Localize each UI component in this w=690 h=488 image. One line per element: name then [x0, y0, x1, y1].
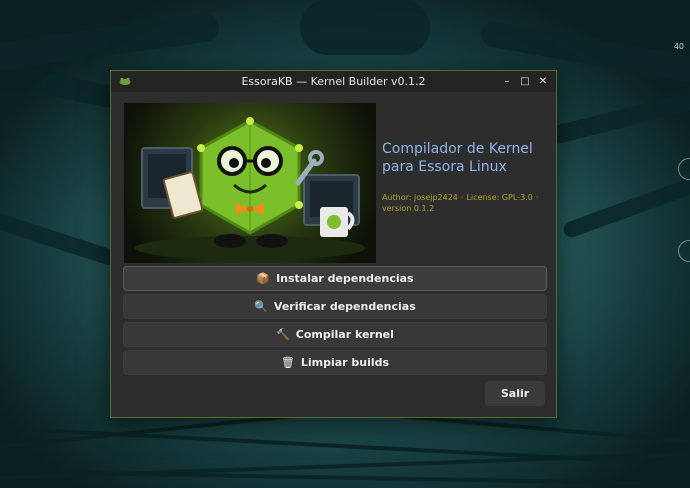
clean-builds-button[interactable]: 🗑 Limpiar builds — [123, 350, 547, 375]
maximize-icon: □ — [520, 75, 530, 87]
desktop-widget-ring — [678, 240, 690, 262]
titlebar[interactable]: EssoraKB — Kernel Builder v0.1.2 – □ ✕ — [111, 71, 556, 92]
close-button[interactable]: ✕ — [536, 74, 550, 88]
desktop-indicator: 40 — [673, 42, 684, 51]
mascot-illustration — [124, 103, 376, 263]
hammer-icon: 🔨 — [276, 328, 290, 341]
exit-button-label: Salir — [500, 387, 530, 400]
close-icon: ✕ — [538, 75, 548, 87]
license-text: License: GPL-3.0 — [466, 193, 533, 202]
install-dependencies-button[interactable]: 📦 Instalar dependencias — [123, 266, 547, 291]
compile-kernel-button[interactable]: 🔨 Compilar kernel — [123, 322, 547, 347]
desktop-widget-ring — [678, 158, 690, 180]
verify-dependencies-button[interactable]: 🔍 Verificar dependencias — [123, 294, 547, 319]
author-text: Author: josejp2424 — [382, 193, 458, 202]
window-title: EssoraKB — Kernel Builder v0.1.2 — [241, 75, 426, 88]
app-window: EssoraKB — Kernel Builder v0.1.2 – □ ✕ C… — [110, 70, 557, 418]
mascot-image — [135, 117, 365, 260]
version-text: version 0.1.2 — [382, 204, 435, 213]
app-meta: Author: josejp2424 · License: GPL-3.0 · ver… — [382, 192, 552, 214]
exit-button[interactable]: Salir — [485, 381, 545, 406]
app-heading: Compilador de Kernel para Essora Linux — [382, 141, 533, 175]
maximize-button[interactable]: □ — [518, 74, 532, 88]
action-list: 📦 Instalar dependencias 🔍 Verificar depe… — [123, 266, 547, 378]
app-logo-icon — [119, 77, 131, 85]
package-icon: 📦 — [256, 272, 271, 285]
button-label: Instalar dependencias — [276, 272, 414, 285]
magnifier-icon: 🔍 — [254, 300, 268, 313]
button-label: Limpiar builds — [300, 356, 390, 369]
meta-separator: · — [460, 193, 464, 202]
trash-icon: 🗑 — [280, 356, 295, 369]
button-label: Compilar kernel — [295, 328, 394, 341]
minimize-button[interactable]: – — [500, 74, 514, 88]
button-label: Verificar dependencias — [273, 300, 416, 313]
meta-separator: · — [535, 193, 539, 202]
minimize-icon: – — [504, 75, 510, 87]
